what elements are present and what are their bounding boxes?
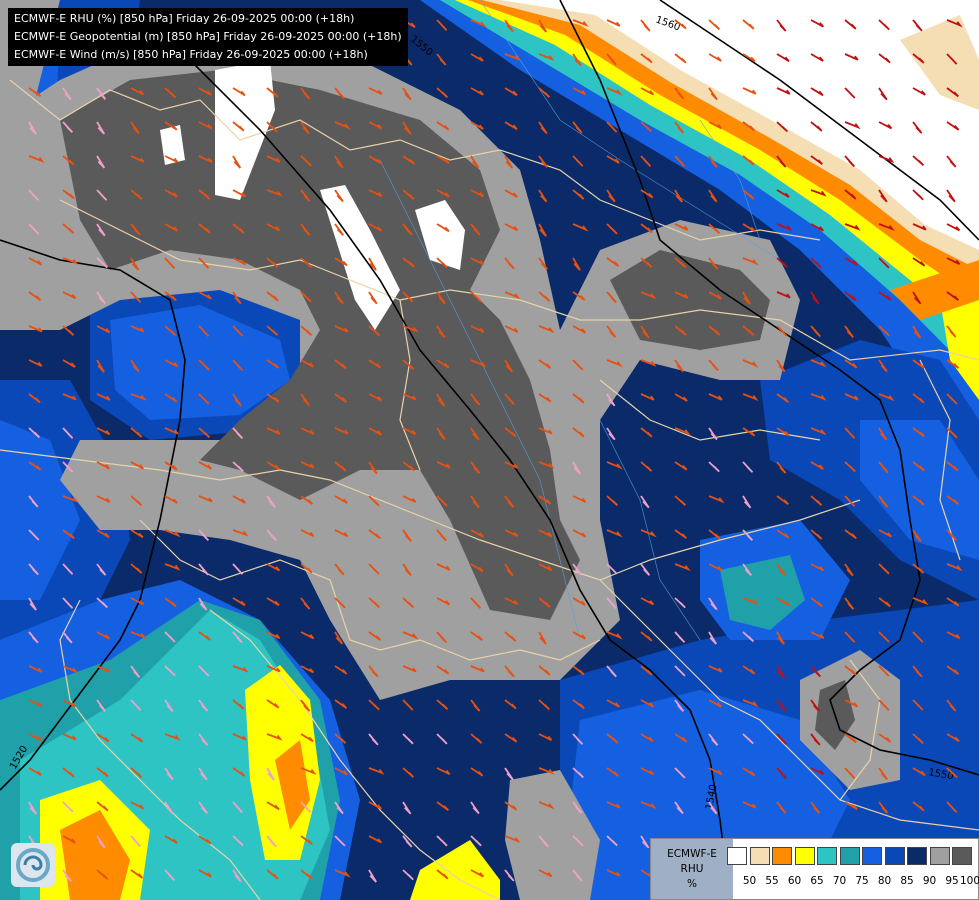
- legend-swatch: [862, 847, 882, 865]
- legend-tick: 90: [922, 875, 937, 887]
- weather-map: 1560 1550 1520 1540 1550: [0, 0, 979, 900]
- legend-tick: 70: [832, 875, 847, 887]
- legend-swatch: [907, 847, 927, 865]
- legend-unit: %: [687, 878, 697, 890]
- legend-label: ECMWF-E RHU %: [651, 839, 733, 899]
- rhu-legend: ECMWF-E RHU % 50 55 60 65 70 75 80 85 90 95 100: [650, 838, 979, 900]
- legend-tick: 85: [900, 875, 914, 887]
- legend-swatch: [839, 847, 860, 865]
- ecmwf-logo-icon: [11, 843, 55, 887]
- map-title-box: ECMWF-E RHU (%) [850 hPa] Friday 26-09-2…: [8, 8, 408, 66]
- legend-variable: RHU: [680, 863, 704, 875]
- legend-swatch: [817, 847, 837, 865]
- legend-swatch: [794, 847, 815, 865]
- legend-tick: 80: [877, 875, 892, 887]
- title-geopotential: ECMWF-E Geopotential (m) [850 hPa] Frida…: [14, 30, 402, 43]
- legend-swatch: [749, 847, 770, 865]
- legend-swatch: [884, 847, 905, 865]
- legend-tick: 55: [765, 875, 779, 887]
- legend-tick: 60: [787, 875, 802, 887]
- legend-swatch: [929, 847, 950, 865]
- title-wind: ECMWF-E Wind (m/s) [850 hPa] Friday 26-0…: [14, 48, 368, 61]
- legend-tick: 50: [742, 875, 757, 887]
- legend-model: ECMWF-E: [667, 848, 717, 860]
- legend-swatch: [727, 847, 747, 865]
- legend-swatch: [772, 847, 792, 865]
- legend-tick: 100: [959, 875, 979, 887]
- legend-swatch: [952, 847, 972, 865]
- title-rhu: ECMWF-E RHU (%) [850 hPa] Friday 26-09-2…: [14, 12, 355, 25]
- legend-tick: 65: [810, 875, 824, 887]
- legend-tick: 75: [855, 875, 869, 887]
